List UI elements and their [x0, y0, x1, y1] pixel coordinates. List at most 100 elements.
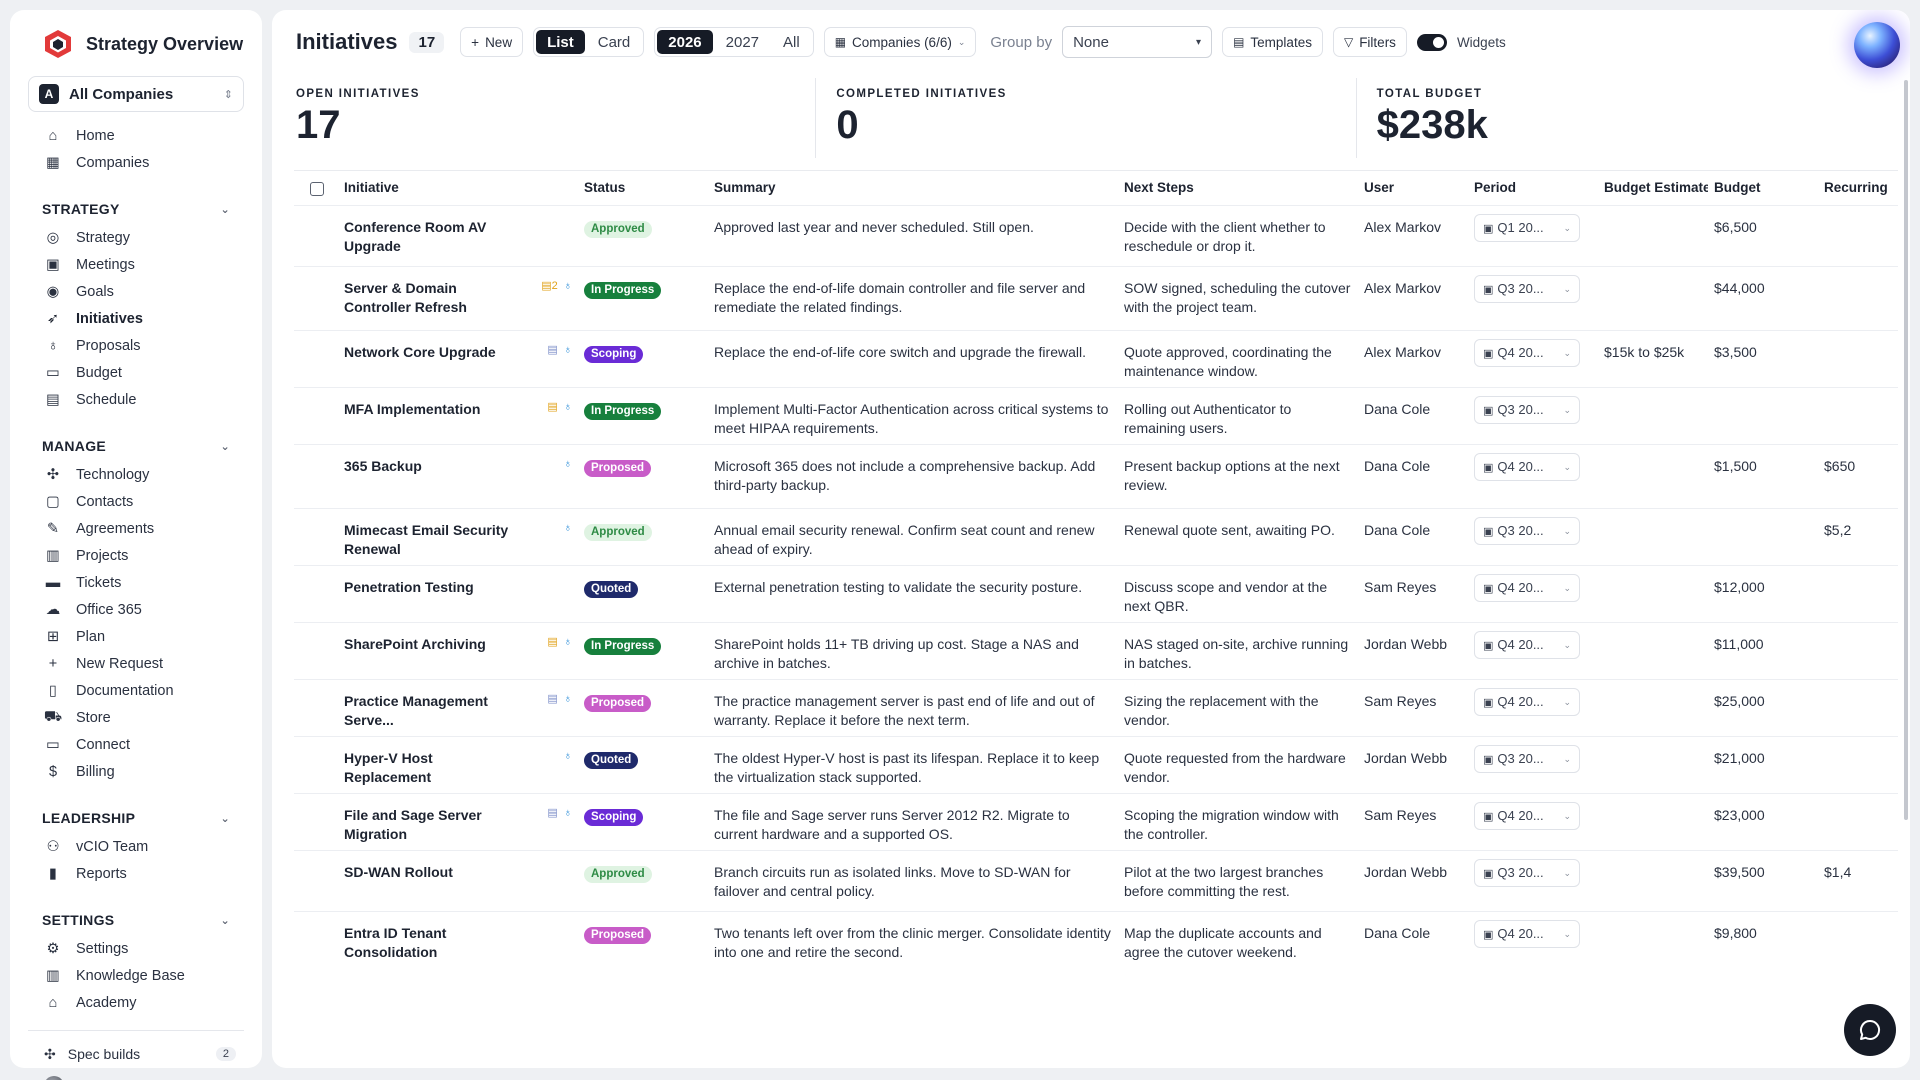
status-badge[interactable]: Quoted [584, 580, 639, 598]
initiative-name[interactable]: Hyper-V Host Replacement [344, 749, 514, 787]
sidebar-item-projects[interactable]: ▥ Projects [28, 542, 244, 569]
table-row[interactable]: Server & Domain Controller Refresh ▤2 ♁ In … [294, 265, 1898, 330]
templates-button[interactable]: ▤ Templates [1222, 27, 1323, 57]
period-select[interactable]: ▣ Q3 20... ⌄ [1474, 517, 1580, 545]
initiative-name[interactable]: SD-WAN Rollout [344, 863, 514, 882]
select-all-checkbox[interactable] [310, 181, 324, 196]
initiative-cell[interactable]: SD-WAN Rollout [338, 849, 578, 911]
initiative-name[interactable]: Penetration Testing [344, 578, 514, 597]
initiative-name[interactable]: 365 Backup [344, 457, 514, 476]
initiative-name[interactable]: Mimecast Email Security Renewal [344, 521, 514, 559]
group-by-select[interactable]: None ▾ [1062, 26, 1213, 58]
sidebar-item-strategy[interactable]: ◎ Strategy [28, 224, 244, 251]
sidebar-item-vcio-team[interactable]: ⚇ vCIO Team [28, 833, 244, 860]
user-profile[interactable]: Alex Demo [28, 1071, 244, 1080]
col-budget-estimate[interactable]: Budget Estimate [1598, 171, 1708, 205]
table-row[interactable]: Practice Management Serve... ▤ ♁ Proposed Th… [294, 678, 1898, 736]
initiative-name[interactable]: Entra ID Tenant Consolidation [344, 924, 514, 962]
table-row[interactable]: Penetration Testing Quoted External penetr… [294, 564, 1898, 622]
initiative-cell[interactable]: MFA Implementation ▤ ♁ [338, 386, 578, 444]
initiative-cell[interactable]: Network Core Upgrade ▤ ♁ [338, 329, 578, 387]
period-select[interactable]: ▣ Q4 20... ⌄ [1474, 920, 1580, 948]
col-initiative[interactable]: Initiative [338, 171, 578, 205]
vertical-scrollbar[interactable] [1904, 80, 1908, 820]
period-select[interactable]: ▣ Q3 20... ⌄ [1474, 275, 1580, 303]
initiative-cell[interactable]: File and Sage Server Migration ▤ ♁ [338, 792, 578, 850]
status-badge[interactable]: Approved [584, 523, 652, 541]
initiative-name[interactable]: MFA Implementation [344, 400, 514, 419]
sidebar-item-goals[interactable]: ◉ Goals [28, 278, 244, 305]
sidebar-item-billing[interactable]: $ Billing [28, 758, 244, 785]
sidebar-item-office-365[interactable]: ☁ Office 365 [28, 596, 244, 623]
table-row[interactable]: SharePoint Archiving ▤ ♁ In Progress SharePo… [294, 621, 1898, 679]
col-recurring[interactable]: Recurring [1818, 171, 1898, 205]
table-row[interactable]: Entra ID Tenant Consolidation Proposed Two… [294, 910, 1898, 975]
initiative-cell[interactable]: 365 Backup ♁ [338, 443, 578, 508]
initiative-name[interactable]: Practice Management Serve... [344, 692, 514, 730]
initiative-cell[interactable]: Practice Management Serve... ▤ ♁ [338, 678, 578, 736]
sidebar-item-agreements[interactable]: ✎ Agreements [28, 515, 244, 542]
table-row[interactable]: Conference Room AV Upgrade Approved Approv… [294, 204, 1898, 266]
status-badge[interactable]: Proposed [584, 459, 652, 477]
sidebar-item-initiatives[interactable]: ➶ Initiatives [28, 305, 244, 332]
view-card-tab[interactable]: Card [587, 30, 642, 54]
status-badge[interactable]: Scoping [584, 345, 644, 363]
initiative-name[interactable]: Conference Room AV Upgrade [344, 218, 514, 256]
status-badge[interactable]: In Progress [584, 281, 662, 299]
period-select[interactable]: ▣ Q1 20... ⌄ [1474, 214, 1580, 242]
filters-button[interactable]: ▽ Filters [1332, 27, 1407, 57]
table-row[interactable]: Network Core Upgrade ▤ ♁ Scoping Replace the… [294, 329, 1898, 387]
table-row[interactable]: SD-WAN Rollout Approved Branch circuits ru… [294, 849, 1898, 911]
initiative-name[interactable]: SharePoint Archiving [344, 635, 514, 654]
new-initiative-button[interactable]: + New [460, 27, 524, 57]
section-strategy[interactable]: STRATEGY ⌄ [28, 198, 244, 220]
widgets-toggle[interactable] [1416, 33, 1447, 51]
initiative-cell[interactable]: Penetration Testing [338, 564, 578, 622]
initiative-cell[interactable]: Mimecast Email Security Renewal ♁ [338, 507, 578, 565]
status-badge[interactable]: Quoted [584, 751, 639, 769]
table-row[interactable]: Mimecast Email Security Renewal ♁ Approved… [294, 507, 1898, 565]
period-select[interactable]: ▣ Q4 20... ⌄ [1474, 688, 1580, 716]
initiative-name[interactable]: File and Sage Server Migration [344, 806, 514, 844]
sidebar-item-tickets[interactable]: ▬ Tickets [28, 569, 244, 596]
year-2027-tab[interactable]: 2027 [715, 30, 770, 54]
sidebar-item-store[interactable]: ⛟ Store [28, 704, 244, 731]
col-status[interactable]: Status [578, 171, 708, 205]
sidebar-item-home[interactable]: ⌂ Home [28, 122, 244, 149]
table-row[interactable]: MFA Implementation ▤ ♁ In Progress Implement… [294, 386, 1898, 444]
year-all-tab[interactable]: All [772, 30, 811, 54]
status-badge[interactable]: Scoping [584, 808, 644, 826]
table-row[interactable]: 365 Backup ♁ Proposed Microsoft 365 does no… [294, 443, 1898, 508]
ai-assistant-orb-icon[interactable] [1854, 22, 1900, 68]
sidebar-item-new-request[interactable]: + New Request [28, 650, 244, 677]
sidebar-item-contacts[interactable]: ▢ Contacts [28, 488, 244, 515]
status-badge[interactable]: Proposed [584, 926, 652, 944]
period-select[interactable]: ▣ Q4 20... ⌄ [1474, 453, 1580, 481]
period-select[interactable]: ▣ Q3 20... ⌄ [1474, 859, 1580, 887]
table-row[interactable]: Hyper-V Host Replacement ♁ Quoted The oldes… [294, 735, 1898, 793]
status-badge[interactable]: Approved [584, 220, 652, 238]
col-period[interactable]: Period [1468, 171, 1598, 205]
sidebar-item-documentation[interactable]: ▯ Documentation [28, 677, 244, 704]
period-select[interactable]: ▣ Q3 20... ⌄ [1474, 745, 1580, 773]
col-summary[interactable]: Summary [708, 171, 1118, 205]
period-select[interactable]: ▣ Q4 20... ⌄ [1474, 339, 1580, 367]
spec-builds-item[interactable]: ✣ Spec builds 2 [28, 1041, 244, 1067]
sidebar-item-knowledge-base[interactable]: ▥ Knowledge Base [28, 962, 244, 989]
section-settings[interactable]: SETTINGS ⌄ [28, 909, 244, 931]
view-list-tab[interactable]: List [536, 30, 585, 54]
sidebar-item-academy[interactable]: ⌂ Academy [28, 989, 244, 1016]
col-budget[interactable]: Budget [1708, 171, 1818, 205]
period-select[interactable]: ▣ Q4 20... ⌄ [1474, 574, 1580, 602]
companies-filter-button[interactable]: ▦ Companies (6/6) ⌄ [823, 27, 977, 57]
status-badge[interactable]: In Progress [584, 402, 662, 420]
sidebar-item-plan[interactable]: ⊞ Plan [28, 623, 244, 650]
section-manage[interactable]: MANAGE ⌄ [28, 435, 244, 457]
initiative-name[interactable]: Server & Domain Controller Refresh [344, 279, 514, 317]
period-select[interactable]: ▣ Q4 20... ⌄ [1474, 802, 1580, 830]
initiative-cell[interactable]: Server & Domain Controller Refresh ▤2 ♁ [338, 265, 578, 330]
sidebar-item-meetings[interactable]: ▣ Meetings [28, 251, 244, 278]
brand[interactable]: Strategy Overview [42, 26, 244, 62]
initiative-cell[interactable]: SharePoint Archiving ▤ ♁ [338, 621, 578, 679]
chat-button[interactable] [1844, 1004, 1896, 1056]
